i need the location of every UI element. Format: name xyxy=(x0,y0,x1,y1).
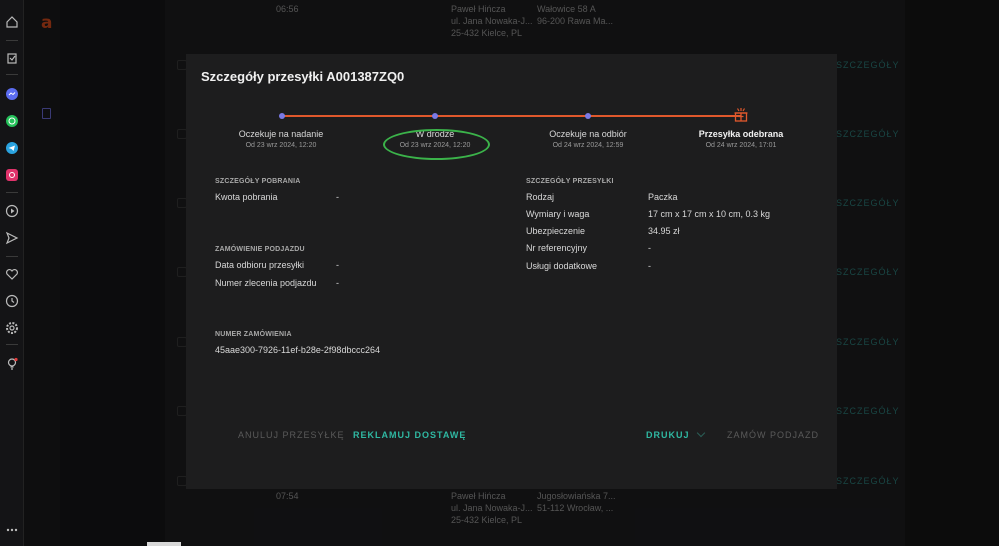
telegram-icon[interactable] xyxy=(4,140,20,156)
cod-amount-value: - xyxy=(336,192,339,202)
more-icon[interactable] xyxy=(4,522,20,538)
step-date: Od 24 wrz 2024, 12:59 xyxy=(552,142,624,149)
cancel-shipment-button[interactable]: ANULUJ PRZESYŁKĘ xyxy=(238,430,345,440)
step-label: Przesyłka odebrana xyxy=(698,129,784,139)
shipment-type-value: Paczka xyxy=(648,192,678,202)
shipment-reference-label: Nr referencyjny xyxy=(526,243,588,253)
status-step-delivered: Przesyłka odebrana Od 24 wrz 2024, 17:01 xyxy=(676,128,806,151)
screen: a 06:56 Paweł Hińcza ul. Jana Nowaka-J..… xyxy=(0,0,999,546)
shipment-details-modal: Szczegóły przesyłki A001387ZQ0 Oczekuje … xyxy=(186,54,837,489)
pickup-order-label: Numer zlecenia podjazdu xyxy=(215,278,317,288)
lightbulb-icon[interactable] xyxy=(4,356,20,372)
shipment-insurance-value: 34.95 zł xyxy=(648,226,680,236)
step-date: Od 23 wrz 2024, 12:20 xyxy=(245,142,317,149)
clock-icon[interactable] xyxy=(4,293,20,309)
order-number-value: 45aae300-7926-11ef-b28e-2f98dbccc264 xyxy=(215,345,380,355)
shipment-extra-services-label: Usługi dodatkowe xyxy=(526,261,598,271)
pickup-section-title: ZAMÓWIENIE PODJAZDU xyxy=(215,246,305,253)
shipment-insurance-label: Ubezpieczenie xyxy=(526,226,586,236)
delivered-box-icon xyxy=(734,108,748,122)
play-icon[interactable] xyxy=(4,203,20,219)
chevron-down-icon xyxy=(696,428,705,438)
cod-amount-label: Kwota pobrania xyxy=(215,192,278,202)
step-label: Oczekuje na nadanie xyxy=(238,129,324,139)
pickup-date-label: Data odbioru przesyłki xyxy=(215,260,305,270)
status-dot xyxy=(279,113,285,119)
step-label: Oczekuje na odbiór xyxy=(549,129,627,139)
taskbar-item[interactable] xyxy=(147,542,181,546)
shipment-reference-value: - xyxy=(648,243,651,253)
whatsapp-icon[interactable] xyxy=(4,113,20,129)
print-label: DRUKUJ xyxy=(646,430,690,440)
messenger-icon[interactable] xyxy=(4,86,20,102)
shipment-extra-services-value: - xyxy=(648,261,651,271)
status-step-awaiting-dispatch: Oczekuje na nadanie Od 23 wrz 2024, 12:2… xyxy=(216,128,346,151)
shipment-section-title: SZCZEGÓŁY PRZESYŁKI xyxy=(526,178,614,185)
order-pickup-button[interactable]: ZAMÓW PODJAZD xyxy=(727,430,819,440)
highlight-ellipse xyxy=(383,129,490,160)
clipboard-icon[interactable] xyxy=(4,50,20,66)
pickup-date-value: - xyxy=(336,260,339,270)
status-dot xyxy=(585,113,591,119)
step-date: Od 24 wrz 2024, 17:01 xyxy=(705,142,777,149)
shipment-type-label: Rodzaj xyxy=(526,192,555,202)
send-icon[interactable] xyxy=(4,230,20,246)
status-track xyxy=(281,115,741,117)
shipment-dimensions-value: 17 cm x 17 cm x 10 cm, 0.3 kg xyxy=(648,209,771,219)
modal-title: Szczegóły przesyłki A001387ZQ0 xyxy=(201,69,405,84)
status-dot xyxy=(432,113,438,119)
cod-section-title: SZCZEGÓŁY POBRANIA xyxy=(215,178,301,185)
pickup-order-value: - xyxy=(336,278,339,288)
shipment-dimensions-label: Wymiary i waga xyxy=(526,209,590,219)
home-icon[interactable] xyxy=(4,14,20,30)
print-dropdown-button[interactable]: DRUKUJ xyxy=(646,428,705,440)
heart-icon[interactable] xyxy=(4,266,20,282)
order-number-title: NUMER ZAMÓWIENIA xyxy=(215,331,292,338)
status-step-awaiting-pickup: Oczekuje na odbiór Od 24 wrz 2024, 12:59 xyxy=(523,128,653,151)
app-launcher-bar xyxy=(0,0,24,546)
settings-icon[interactable] xyxy=(4,320,20,336)
instagram-icon[interactable] xyxy=(4,167,20,183)
file-complaint-button[interactable]: REKLAMUJ DOSTAWĘ xyxy=(353,430,466,440)
